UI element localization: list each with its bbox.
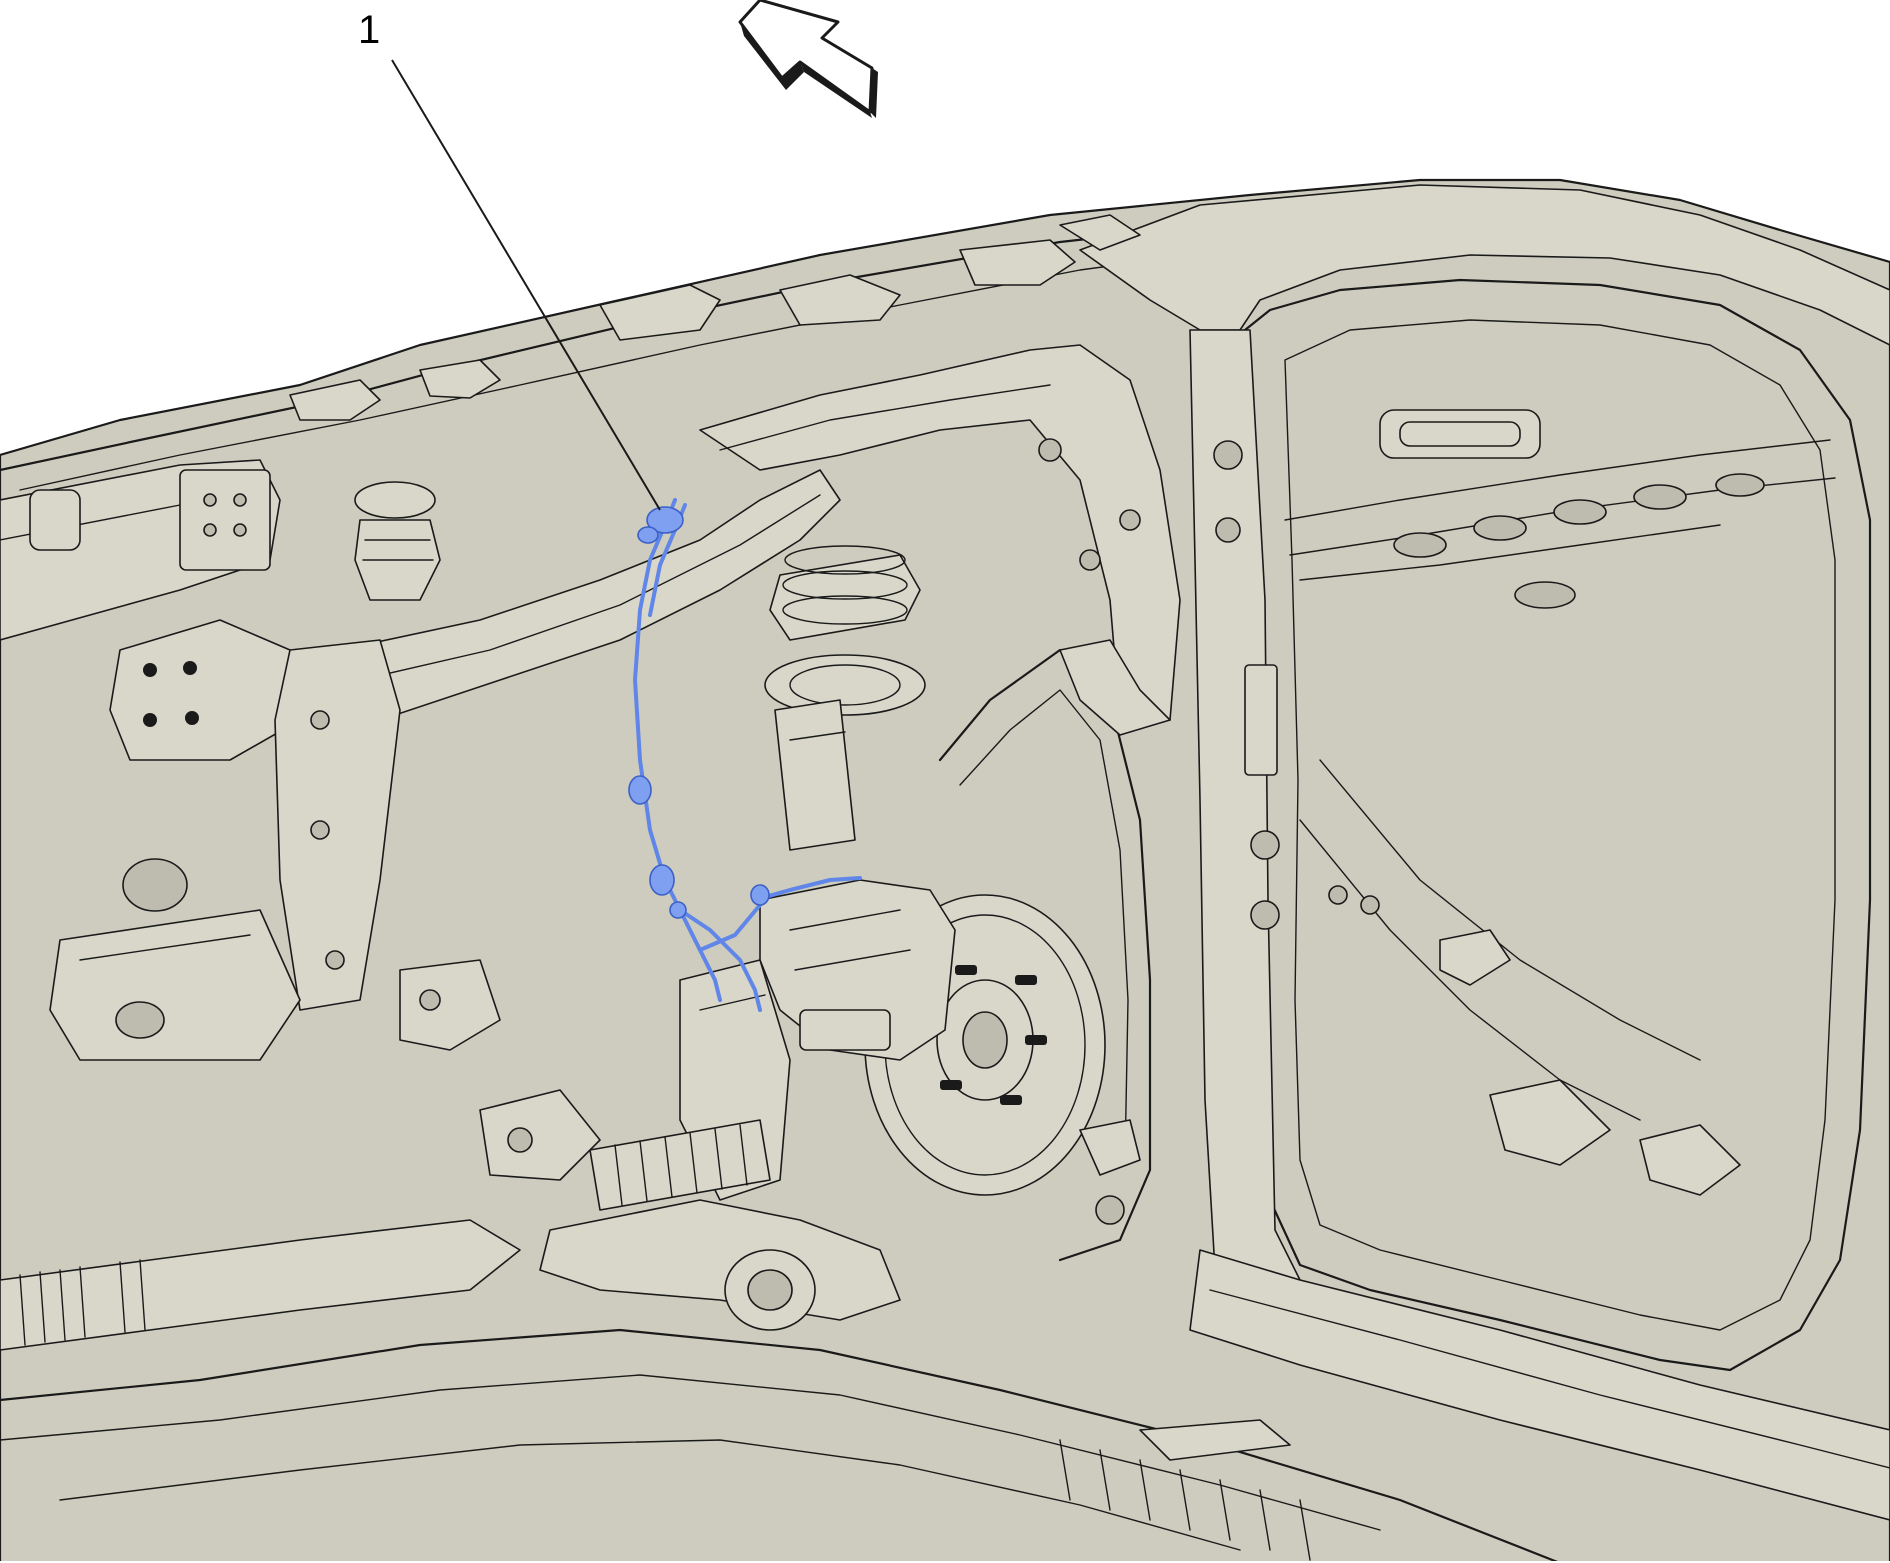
strut-body: [774, 699, 856, 851]
callout-label-1: 1: [358, 8, 381, 52]
reservoir-cap: [354, 481, 436, 519]
diagram-stage: 1: [0, 0, 1890, 1563]
strut-mount: [764, 654, 926, 716]
vehicle-illustration: [0, 0, 1890, 1563]
arrow-icon: [738, 0, 878, 118]
